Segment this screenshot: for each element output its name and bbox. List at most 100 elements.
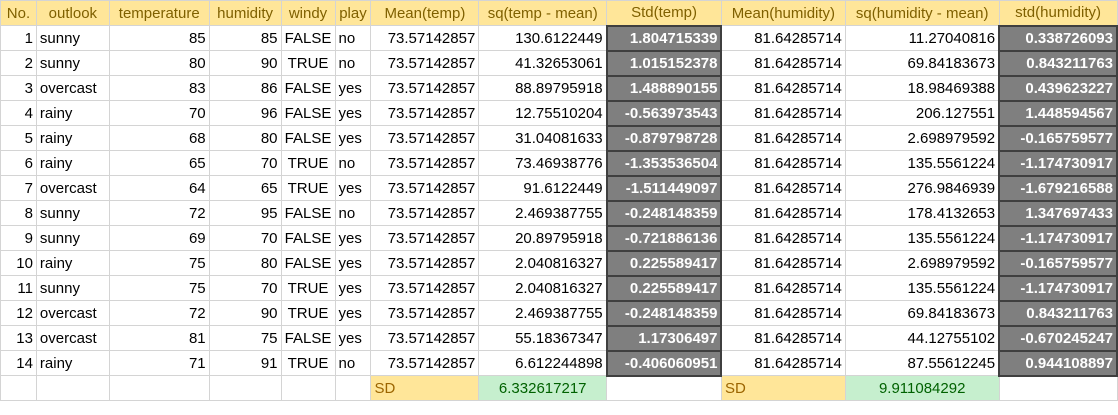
cell-std-humidity[interactable]: -1.174730917 (998, 224, 1118, 252)
cell-mean-humidity[interactable]: 81.64285714 (720, 300, 846, 326)
cell-no[interactable]: 2 (0, 50, 37, 76)
cell-temperature[interactable]: 65 (108, 150, 210, 176)
cell-no[interactable]: 7 (0, 175, 37, 201)
cell-std-temp[interactable]: -0.721886136 (605, 224, 723, 252)
cell-std-temp[interactable]: -0.406060951 (605, 349, 723, 377)
cell-sq-temp[interactable]: 6.612244898 (478, 350, 608, 376)
cell-play[interactable]: yes (334, 75, 372, 101)
cell-outlook[interactable]: rainy (35, 100, 110, 126)
cell-mean-temp[interactable]: 73.57142857 (370, 350, 480, 376)
cell-windy[interactable]: TRUE (280, 350, 336, 376)
cell-temperature[interactable]: 72 (108, 200, 210, 226)
cell-humidity[interactable]: 96 (208, 100, 282, 126)
sd-temp-value[interactable]: 6.332617217 (478, 375, 608, 401)
cell-mean-temp[interactable]: 73.57142857 (370, 225, 480, 251)
cell-std-humidity[interactable]: 0.338726093 (998, 24, 1118, 52)
cell-humidity[interactable]: 95 (208, 200, 282, 226)
cell-sq-humidity[interactable]: 69.84183673 (844, 300, 1000, 326)
empty-cell[interactable] (606, 375, 722, 401)
header-std-temp[interactable]: Std(temp) (606, 0, 722, 26)
cell-sq-temp[interactable]: 73.46938776 (478, 150, 608, 176)
cell-mean-humidity[interactable]: 81.64285714 (720, 125, 846, 151)
cell-std-temp[interactable]: 1.17306497 (605, 324, 723, 352)
cell-sq-temp[interactable]: 2.469387755 (478, 200, 608, 226)
cell-play[interactable]: yes (334, 250, 372, 276)
cell-humidity[interactable]: 80 (208, 250, 282, 276)
cell-windy[interactable]: FALSE (280, 225, 336, 251)
header-outlook[interactable]: outlook (35, 0, 110, 26)
cell-mean-humidity[interactable]: 81.64285714 (720, 75, 846, 101)
cell-play[interactable]: yes (334, 225, 372, 251)
cell-mean-humidity[interactable]: 81.64285714 (720, 200, 846, 226)
cell-outlook[interactable]: rainy (35, 350, 110, 376)
header-humidity[interactable]: humidity (208, 0, 282, 26)
cell-play[interactable]: yes (334, 175, 372, 201)
cell-std-temp[interactable]: -0.248148359 (605, 299, 723, 327)
cell-play[interactable]: no (334, 150, 372, 176)
cell-temperature[interactable]: 80 (108, 50, 210, 76)
cell-play[interactable]: no (334, 350, 372, 376)
cell-temperature[interactable]: 72 (108, 300, 210, 326)
cell-play[interactable]: no (334, 25, 372, 51)
cell-std-temp[interactable]: -1.353536504 (605, 149, 723, 177)
cell-mean-temp[interactable]: 73.57142857 (370, 200, 480, 226)
cell-humidity[interactable]: 86 (208, 75, 282, 101)
cell-sq-temp[interactable]: 2.040816327 (478, 250, 608, 276)
cell-sq-humidity[interactable]: 135.5561224 (844, 150, 1000, 176)
cell-windy[interactable]: FALSE (280, 250, 336, 276)
cell-std-temp[interactable]: -0.879798728 (605, 124, 723, 152)
cell-windy[interactable]: FALSE (280, 100, 336, 126)
cell-sq-temp[interactable]: 2.040816327 (478, 275, 608, 301)
cell-windy[interactable]: TRUE (280, 175, 336, 201)
cell-sq-temp[interactable]: 55.18367347 (478, 325, 608, 351)
cell-sq-humidity[interactable]: 276.9846939 (844, 175, 1000, 201)
cell-sq-humidity[interactable]: 11.27040816 (844, 25, 1000, 51)
cell-std-humidity[interactable]: -0.670245247 (998, 324, 1118, 352)
cell-humidity[interactable]: 90 (208, 50, 282, 76)
cell-sq-humidity[interactable]: 69.84183673 (844, 50, 1000, 76)
cell-windy[interactable]: FALSE (280, 125, 336, 151)
cell-std-temp[interactable]: -0.248148359 (605, 199, 723, 227)
header-no[interactable]: No. (0, 0, 37, 26)
cell-std-humidity[interactable]: 0.439623227 (998, 74, 1118, 102)
cell-humidity[interactable]: 85 (208, 25, 282, 51)
cell-sq-temp[interactable]: 130.6122449 (478, 25, 608, 51)
cell-mean-temp[interactable]: 73.57142857 (370, 100, 480, 126)
cell-sq-humidity[interactable]: 206.127551 (844, 100, 1000, 126)
cell-temperature[interactable]: 69 (108, 225, 210, 251)
header-mean-temp[interactable]: Mean(temp) (370, 0, 480, 26)
cell-sq-temp[interactable]: 12.75510204 (478, 100, 608, 126)
cell-mean-temp[interactable]: 73.57142857 (370, 25, 480, 51)
cell-sq-humidity[interactable]: 2.698979592 (844, 250, 1000, 276)
cell-no[interactable]: 10 (0, 250, 37, 276)
cell-temperature[interactable]: 83 (108, 75, 210, 101)
cell-sq-humidity[interactable]: 87.55612245 (844, 350, 1000, 376)
cell-no[interactable]: 9 (0, 225, 37, 251)
cell-outlook[interactable]: sunny (35, 200, 110, 226)
cell-mean-temp[interactable]: 73.57142857 (370, 275, 480, 301)
cell-std-temp[interactable]: -0.563973543 (605, 99, 723, 127)
cell-mean-temp[interactable]: 73.57142857 (370, 150, 480, 176)
cell-sq-temp[interactable]: 2.469387755 (478, 300, 608, 326)
cell-mean-humidity[interactable]: 81.64285714 (720, 250, 846, 276)
cell-sq-humidity[interactable]: 44.12755102 (844, 325, 1000, 351)
cell-std-humidity[interactable]: 1.347697433 (998, 199, 1118, 227)
empty-cell[interactable] (280, 375, 336, 401)
cell-sq-humidity[interactable]: 2.698979592 (844, 125, 1000, 151)
header-std-humidity[interactable]: std(humidity) (998, 0, 1118, 26)
cell-outlook[interactable]: overcast (35, 175, 110, 201)
cell-sq-humidity[interactable]: 18.98469388 (844, 75, 1000, 101)
cell-std-humidity[interactable]: -0.165759577 (998, 249, 1118, 277)
cell-outlook[interactable]: overcast (35, 325, 110, 351)
cell-sq-humidity[interactable]: 135.5561224 (844, 275, 1000, 301)
cell-humidity[interactable]: 75 (208, 325, 282, 351)
cell-outlook[interactable]: sunny (35, 275, 110, 301)
cell-temperature[interactable]: 64 (108, 175, 210, 201)
cell-mean-temp[interactable]: 73.57142857 (370, 175, 480, 201)
empty-cell[interactable] (998, 375, 1118, 401)
cell-mean-humidity[interactable]: 81.64285714 (720, 25, 846, 51)
cell-outlook[interactable]: sunny (35, 225, 110, 251)
header-windy[interactable]: windy (280, 0, 336, 26)
cell-play[interactable]: yes (334, 125, 372, 151)
cell-outlook[interactable]: sunny (35, 50, 110, 76)
